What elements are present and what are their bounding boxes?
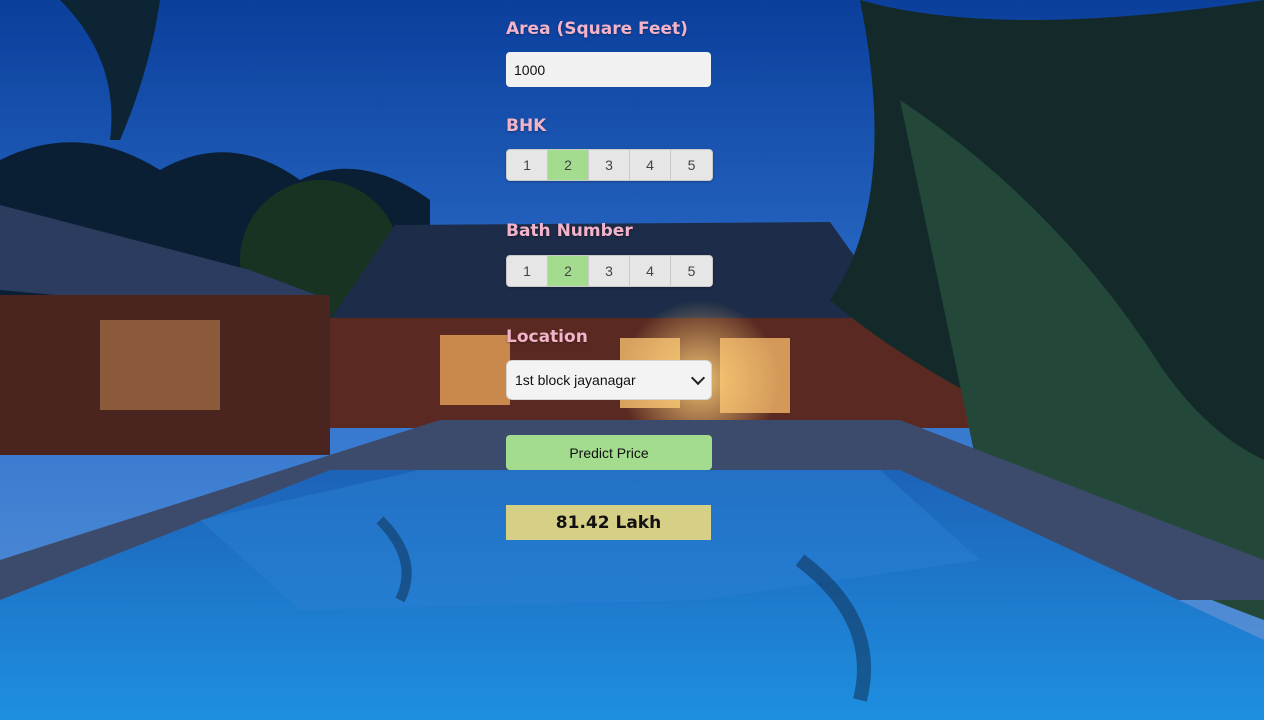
bhk-option[interactable]: 3 bbox=[589, 150, 630, 180]
predict-price-button[interactable]: Predict Price bbox=[506, 435, 712, 470]
predicted-price-result: 81.42 Lakh bbox=[506, 505, 711, 540]
chevron-down-icon bbox=[690, 370, 706, 386]
bath-option-selected[interactable]: 2 bbox=[548, 256, 589, 286]
bhk-label: BHK bbox=[506, 116, 547, 136]
area-input[interactable] bbox=[506, 52, 711, 87]
bath-option[interactable]: 3 bbox=[589, 256, 630, 286]
bhk-option[interactable]: 1 bbox=[507, 150, 548, 180]
bath-label: Bath Number bbox=[506, 221, 633, 241]
location-select-value: 1st block jayanagar bbox=[515, 372, 636, 388]
bhk-option[interactable]: 5 bbox=[671, 150, 712, 180]
bhk-option-selected[interactable]: 2 bbox=[548, 150, 589, 180]
location-select[interactable]: 1st block jayanagar bbox=[506, 360, 712, 400]
bhk-selector: 1 2 3 4 5 bbox=[506, 149, 713, 181]
bath-option[interactable]: 5 bbox=[671, 256, 712, 286]
bath-option[interactable]: 1 bbox=[507, 256, 548, 286]
bath-selector: 1 2 3 4 5 bbox=[506, 255, 713, 287]
bath-option[interactable]: 4 bbox=[630, 256, 671, 286]
bhk-option[interactable]: 4 bbox=[630, 150, 671, 180]
area-label: Area (Square Feet) bbox=[506, 19, 688, 39]
location-label: Location bbox=[506, 327, 588, 347]
